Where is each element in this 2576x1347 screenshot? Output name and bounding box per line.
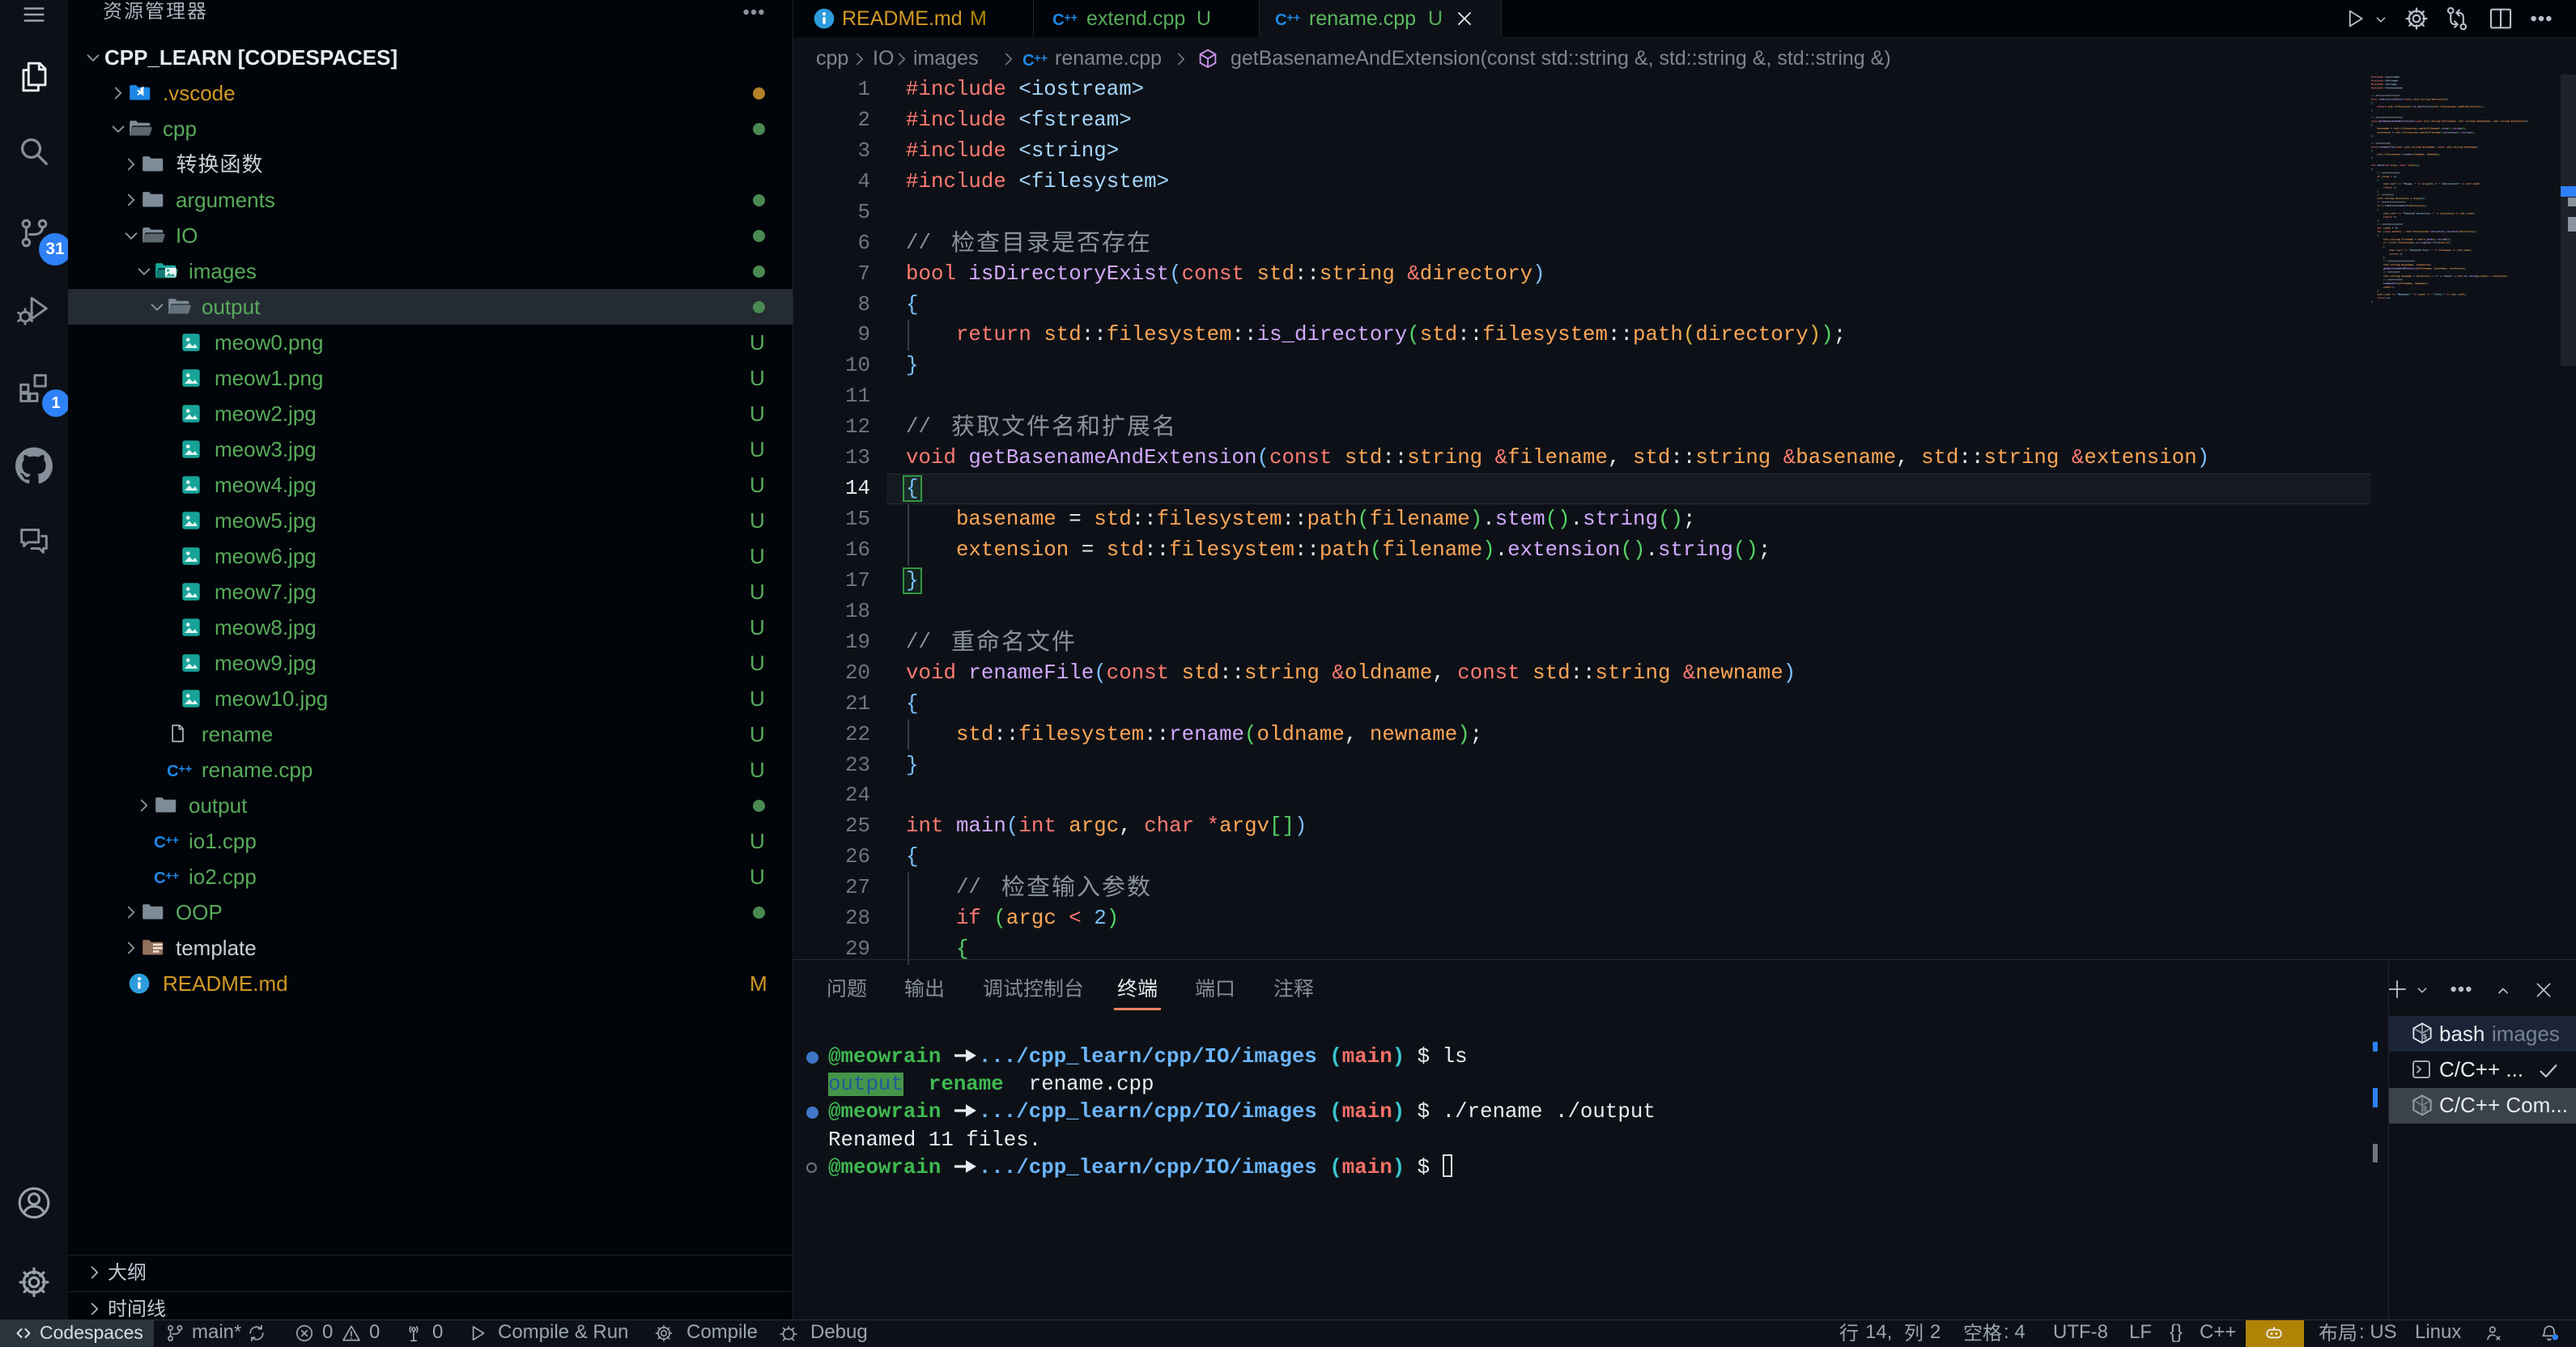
svg-text:C: C (167, 763, 179, 780)
svg-text:$: $ (2423, 1105, 2428, 1114)
svg-text:C: C (1275, 11, 1287, 29)
svg-text:C: C (1022, 52, 1035, 70)
svg-text:++: ++ (1034, 53, 1048, 66)
svg-text:++: ++ (1286, 12, 1300, 25)
svg-text:++: ++ (1064, 12, 1078, 25)
svg-text:++: ++ (165, 835, 179, 848)
svg-text:C: C (1052, 11, 1065, 29)
svg-text:++: ++ (178, 763, 192, 776)
svg-text:C: C (154, 834, 166, 852)
svg-text:++: ++ (165, 870, 179, 883)
svg-text:$: $ (2423, 1033, 2428, 1042)
svg-text:C: C (154, 869, 166, 887)
